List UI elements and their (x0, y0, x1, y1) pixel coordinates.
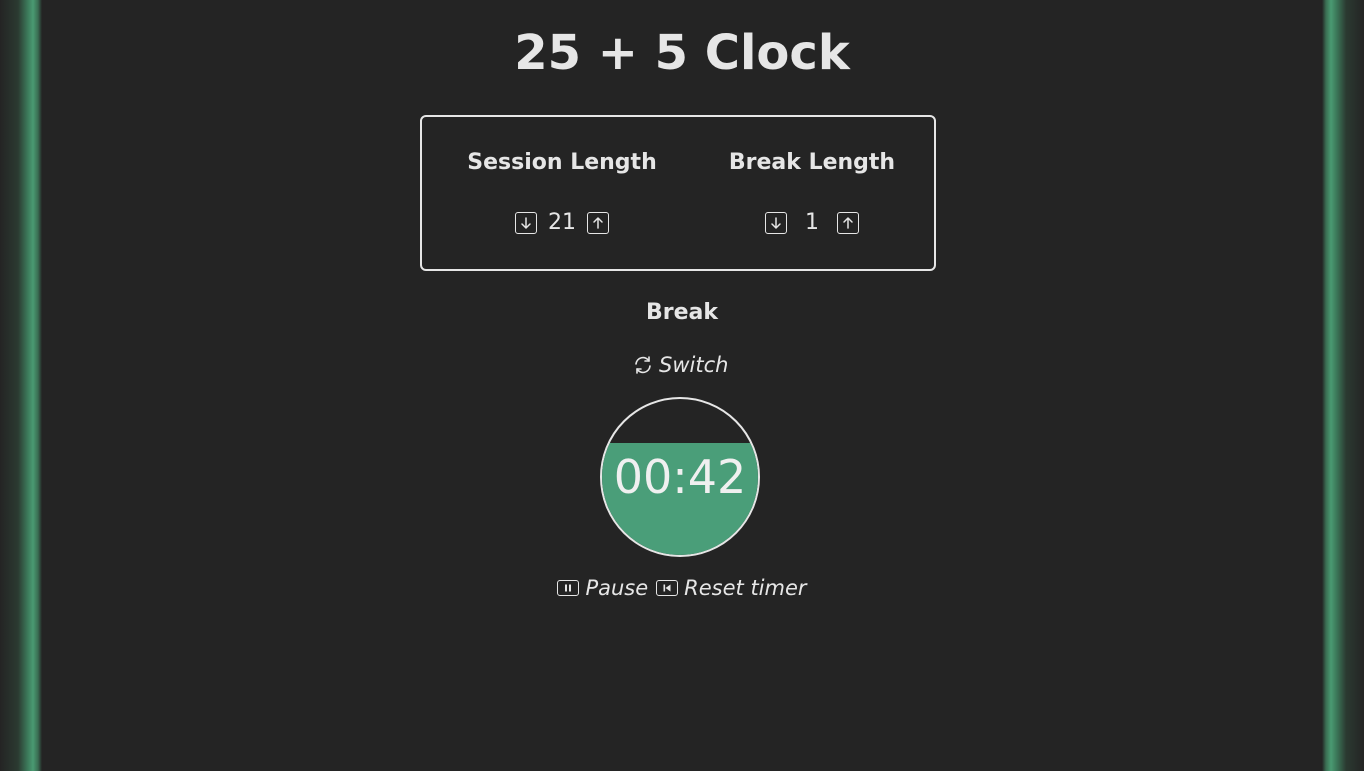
arrow-up-icon (843, 217, 853, 229)
reset-timer-button[interactable]: Reset timer (656, 576, 807, 600)
break-length-label: Break Length (728, 150, 896, 175)
break-increment-button[interactable] (837, 212, 859, 234)
timer-mode-label: Break (645, 300, 718, 325)
left-edge-decoration (0, 0, 42, 771)
switch-label: Switch (659, 353, 729, 377)
break-length-controls: 1 (692, 209, 932, 237)
switch-button[interactable]: Switch (632, 351, 728, 379)
page-title: 25 + 5 Clock (514, 25, 850, 81)
length-settings-panel: Session Length 21 Break Length 1 (420, 115, 936, 271)
timer-display: 00:42 (613, 450, 747, 504)
arrow-down-icon (521, 217, 531, 229)
right-edge-decoration (1322, 0, 1364, 771)
pause-button[interactable]: Pause (557, 576, 648, 600)
break-length-setting: Break Length 1 (692, 117, 932, 273)
arrow-down-icon (771, 217, 781, 229)
pause-icon (557, 580, 580, 596)
pause-label: Pause (585, 576, 649, 600)
app-page: 25 + 5 Clock Session Length 21 Break Len (0, 0, 1364, 771)
break-decrement-button[interactable] (765, 212, 787, 234)
break-length-value: 1 (805, 210, 819, 235)
skip-back-icon (656, 580, 679, 596)
session-length-label: Session Length (467, 150, 657, 175)
arrow-up-icon (593, 217, 603, 229)
timer-controls: Pause Reset timer (0, 574, 1364, 602)
timer-circle: 00:42 (600, 397, 760, 557)
session-decrement-button[interactable] (515, 212, 537, 234)
reset-timer-label: Reset timer (684, 576, 807, 600)
session-length-controls: 21 (442, 209, 682, 237)
session-length-value: 21 (548, 210, 576, 235)
session-length-setting: Session Length 21 (442, 117, 682, 273)
refresh-icon (635, 356, 651, 374)
session-increment-button[interactable] (587, 212, 609, 234)
